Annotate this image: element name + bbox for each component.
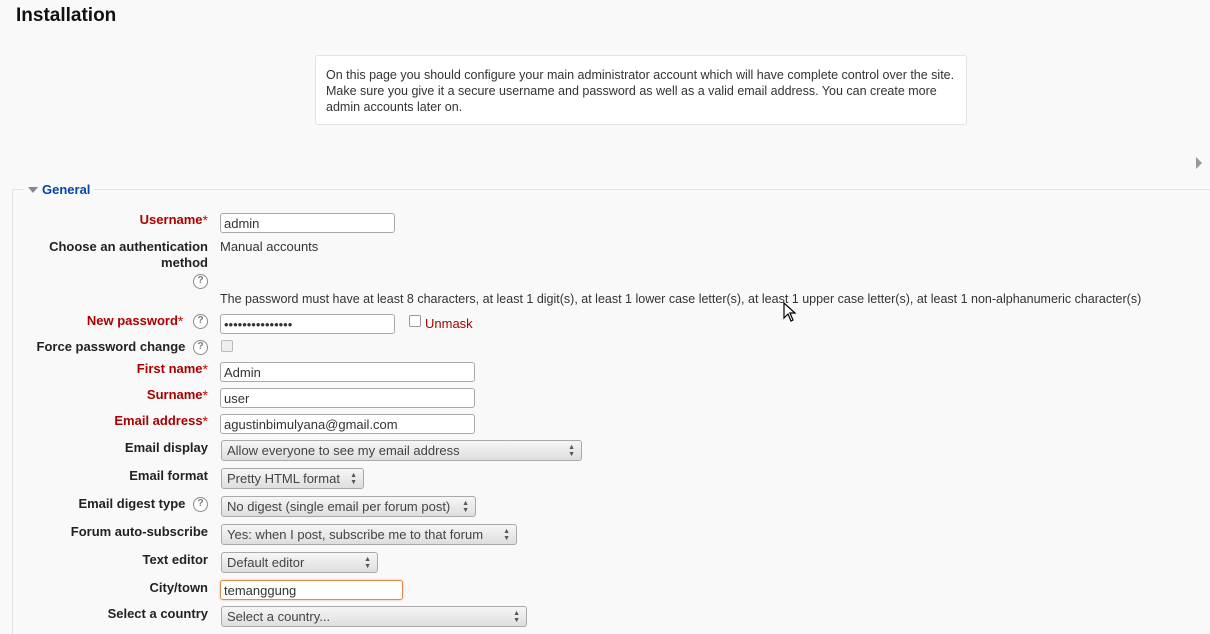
required-icon: *: [202, 387, 208, 403]
city-input[interactable]: [220, 580, 403, 600]
email-display-label: Email display: [124, 440, 208, 455]
username-label: Username*: [139, 212, 208, 228]
required-icon: *: [202, 361, 208, 377]
select-arrows-icon: ▲ ▼: [364, 556, 371, 570]
email-label: Email address*: [114, 413, 208, 429]
username-input[interactable]: [220, 213, 395, 233]
surname-label: Surname*: [146, 387, 208, 403]
city-label: City/town: [149, 580, 209, 595]
general-legend-label: General: [42, 182, 91, 197]
surname-input[interactable]: [220, 388, 475, 408]
help-icon[interactable]: ?: [193, 274, 208, 290]
auth-method-value: Manual accounts: [220, 239, 319, 254]
page-title: Installation: [16, 5, 117, 26]
new-password-label: New password* ?: [87, 313, 208, 330]
select-arrows-icon: ▲ ▼: [513, 610, 520, 624]
chevron-down-icon: [28, 186, 38, 193]
forum-autosubscribe-label: Forum auto-subscribe: [70, 524, 208, 539]
select-arrows-icon: ▲ ▼: [568, 444, 575, 458]
text-editor-select[interactable]: Default editor ▲ ▼: [221, 552, 378, 573]
required-icon: *: [177, 313, 184, 329]
email-format-label: Email format: [129, 468, 208, 483]
text-editor-label: Text editor: [142, 552, 209, 567]
email-format-select[interactable]: Pretty HTML format ▲ ▼: [221, 468, 364, 489]
password-policy-text: The password must have at least 8 charac…: [220, 292, 1142, 306]
required-icon: *: [202, 212, 208, 228]
country-label: Select a country: [107, 606, 208, 621]
first-name-input[interactable]: [220, 362, 475, 382]
help-icon[interactable]: ?: [193, 497, 208, 513]
force-password-change-checkbox[interactable]: [221, 340, 233, 352]
collapse-all-arrow-icon[interactable]: [1196, 157, 1202, 169]
forum-autosubscribe-select[interactable]: Yes: when I post, subscribe me to that f…: [221, 524, 517, 545]
select-arrows-icon: ▲ ▼: [462, 500, 469, 514]
general-legend-toggle[interactable]: General: [24, 182, 95, 197]
email-digest-select[interactable]: No digest (single email per forum post) …: [221, 496, 476, 517]
select-arrows-icon: ▲ ▼: [350, 472, 357, 486]
intro-notice: On this page you should configure your m…: [315, 55, 967, 125]
help-icon[interactable]: ?: [193, 314, 208, 330]
auth-method-label: Choose an authentication method ?: [49, 239, 208, 290]
email-display-select[interactable]: Allow everyone to see my email address ▲…: [221, 440, 582, 461]
help-icon[interactable]: ?: [193, 340, 208, 356]
mouse-pointer-icon: [783, 302, 797, 322]
select-arrows-icon: ▲ ▼: [503, 528, 510, 542]
country-select[interactable]: Select a country... ▲ ▼: [221, 606, 527, 627]
unmask-checkbox[interactable]: [409, 315, 421, 327]
unmask-label[interactable]: Unmask: [425, 316, 473, 331]
first-name-label: First name*: [136, 361, 208, 377]
required-icon: *: [202, 413, 208, 429]
email-digest-label: Email digest type ?: [78, 496, 208, 513]
email-input[interactable]: [220, 414, 475, 434]
force-password-change-label: Force password change ?: [37, 339, 208, 356]
new-password-input[interactable]: [220, 314, 395, 334]
